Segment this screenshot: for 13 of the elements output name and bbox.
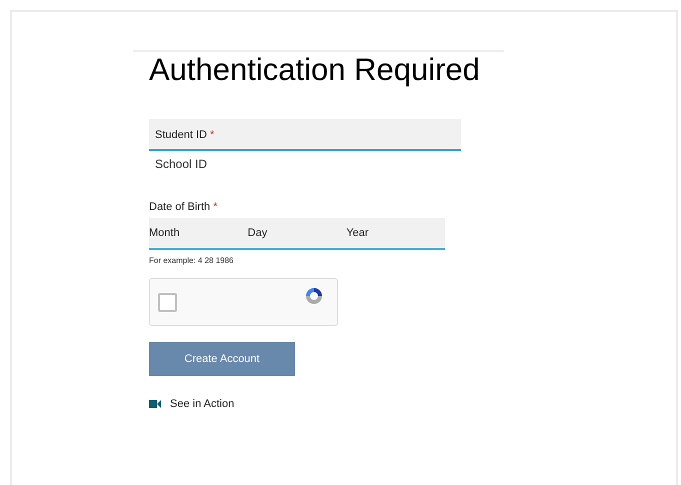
create-account-button[interactable]: Create Account (149, 342, 295, 376)
date-input-field[interactable]: Month (149, 218, 248, 248)
student-id-field[interactable]: Student ID * (149, 119, 461, 151)
field-label: Date of Birth * (149, 201, 218, 213)
date-input-field[interactable]: Year (346, 218, 446, 248)
captcha-checkbox[interactable] (158, 293, 177, 312)
field-label: Student ID * (155, 129, 214, 141)
field-hint: For example: 4 28 1986 (149, 256, 234, 265)
video-camera-icon (149, 399, 161, 409)
page-title: Authentication Required (149, 52, 481, 87)
date-input-field[interactable]: Day (248, 218, 346, 248)
see-in-action-link[interactable]: See in Action (149, 398, 234, 410)
field-hint: School ID (155, 157, 208, 171)
